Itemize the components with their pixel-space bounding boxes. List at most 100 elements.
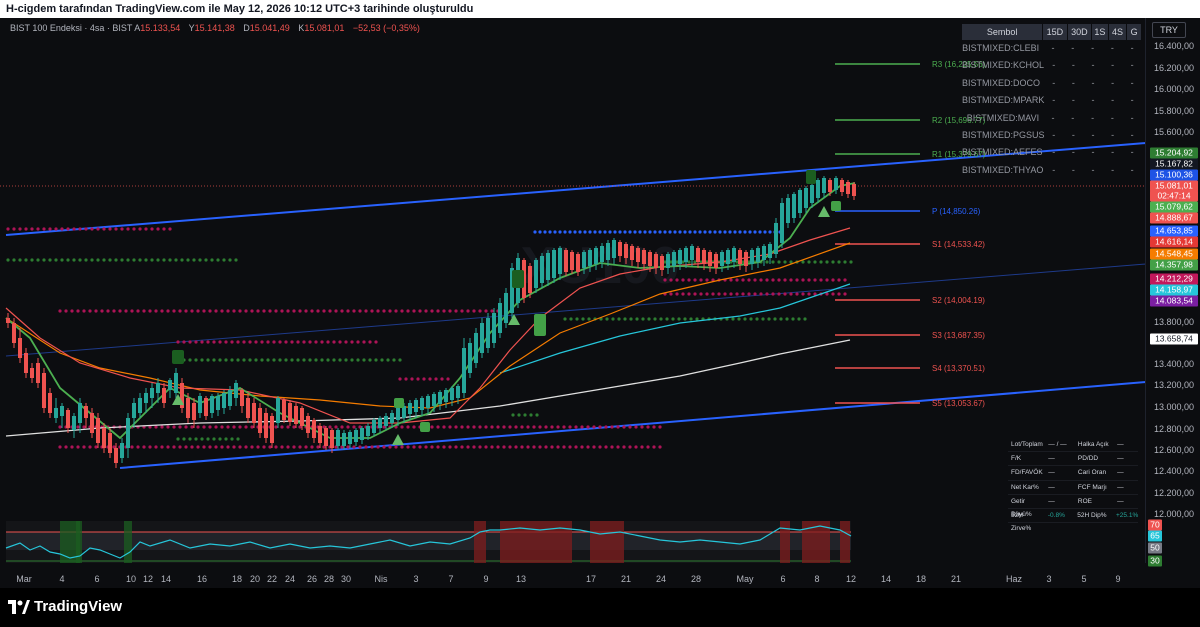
dotted-level bbox=[162, 258, 166, 262]
watchlist-cell: - bbox=[1071, 147, 1075, 158]
time-tick-label: 28 bbox=[690, 574, 702, 584]
price-scale[interactable]: TRY 16.400,00 16.200,00 16.000,00 15.800,00… bbox=[1145, 18, 1200, 567]
candle-body bbox=[294, 406, 298, 424]
candle-body bbox=[672, 252, 676, 266]
watchlist-symbol[interactable]: BISTMIXED:THYAO bbox=[962, 162, 1044, 179]
candle-body bbox=[486, 318, 490, 348]
dotted-level bbox=[526, 425, 530, 429]
watchlist-row[interactable]: BISTMIXED:THYAO - - - - - bbox=[962, 162, 1142, 179]
dotted-level bbox=[743, 230, 747, 234]
dotted-level bbox=[562, 445, 566, 449]
watchlist-cell: - bbox=[1111, 77, 1115, 88]
watchlist-row[interactable]: BISTMIXED:PGSUS - - - - - bbox=[962, 127, 1142, 144]
dotted-level bbox=[222, 258, 226, 262]
dotted-level bbox=[206, 437, 210, 441]
dotted-level bbox=[70, 309, 74, 313]
dotted-level bbox=[765, 292, 769, 296]
candle-body bbox=[654, 254, 658, 268]
dotted-level bbox=[412, 309, 416, 313]
signal-marker-box bbox=[512, 270, 524, 288]
dotted-level bbox=[532, 425, 536, 429]
candle-body bbox=[90, 413, 94, 433]
dotted-level bbox=[190, 425, 194, 429]
header-30d[interactable]: 30D bbox=[1068, 24, 1093, 40]
tradingview-logo[interactable]: TradingView bbox=[8, 598, 122, 615]
dotted-level bbox=[610, 425, 614, 429]
symbol-name[interactable]: BIST 100 Endeksi · 4sa · BIST bbox=[10, 23, 132, 33]
dotted-level bbox=[368, 340, 372, 344]
watchlist-cell: - bbox=[1130, 147, 1134, 158]
header-g[interactable]: G bbox=[1127, 24, 1142, 40]
dotted-level bbox=[428, 377, 432, 381]
dotted-level bbox=[490, 445, 494, 449]
candle-body bbox=[786, 198, 790, 223]
watchlist-symbol[interactable]: BISTMIXED:KCHOL bbox=[962, 57, 1044, 74]
header-symbol[interactable]: Sembol bbox=[962, 24, 1044, 40]
header-4s[interactable]: 4S bbox=[1109, 24, 1128, 40]
moving-average-teal bbox=[499, 283, 851, 374]
symbol-legend: BIST 100 Endeksi · 4sa · BIST A15.133,54… bbox=[10, 23, 426, 33]
price-badge: 15.100,36 bbox=[1150, 169, 1198, 181]
dotted-level bbox=[472, 309, 476, 313]
dotted-level bbox=[382, 309, 386, 313]
candle-body bbox=[432, 394, 436, 406]
chart-area[interactable]: XU100 R3 (16,225.56) R2 (15,696.77) R1 (15,… bbox=[0, 18, 1200, 588]
signal-triangle-up bbox=[392, 434, 404, 445]
fundamentals-cell: ROE bbox=[1077, 497, 1092, 505]
watchlist-table[interactable]: Sembol 15D 30D 1S 4S G BISTMIXED:CLEBI - -… bbox=[962, 24, 1142, 179]
watchlist-row[interactable]: BISTMIXED:AEFES - - - - - bbox=[962, 144, 1142, 161]
dotted-level bbox=[713, 230, 717, 234]
dotted-level bbox=[150, 258, 154, 262]
watchlist-symbol[interactable]: BISTMIXED:AEFES bbox=[962, 144, 1044, 161]
dotted-level bbox=[358, 445, 362, 449]
dotted-level bbox=[54, 227, 58, 231]
dotted-level bbox=[78, 258, 82, 262]
dotted-level bbox=[693, 278, 697, 282]
dotted-level bbox=[218, 358, 222, 362]
dotted-level bbox=[236, 358, 240, 362]
price-badge: 14.083,54 bbox=[1150, 295, 1198, 307]
dotted-level bbox=[755, 317, 759, 321]
dotted-level bbox=[200, 437, 204, 441]
price-badge: 14.548,45 bbox=[1150, 248, 1198, 260]
watchlist-symbol[interactable]: BISTMIXED:PGSUS bbox=[962, 127, 1045, 144]
candle-body bbox=[114, 448, 118, 463]
dotted-level bbox=[574, 445, 578, 449]
watchlist-symbol[interactable]: BISTMIXED:MPARK bbox=[962, 92, 1044, 109]
dotted-level bbox=[629, 317, 633, 321]
watchlist-row[interactable]: BISTMIXED:MPARK - - - - - bbox=[962, 92, 1142, 109]
dotted-level bbox=[640, 445, 644, 449]
header-1s[interactable]: 1S bbox=[1092, 24, 1109, 40]
dotted-level bbox=[130, 445, 134, 449]
dotted-level bbox=[204, 258, 208, 262]
dotted-level bbox=[741, 278, 745, 282]
dotted-level bbox=[412, 445, 416, 449]
pivot-level-label: S2 (14,004.19) bbox=[932, 296, 985, 305]
dotted-level bbox=[250, 309, 254, 313]
watchlist-row[interactable]: BISTMIXED:CLEBI - - - - - bbox=[962, 40, 1142, 57]
watchlist-row[interactable]: BISTMIXED:DOCO - - - - - bbox=[962, 75, 1142, 92]
dotted-level bbox=[88, 445, 92, 449]
watchlist-row[interactable]: BISTMIXED:MAVI - - - - - bbox=[962, 110, 1142, 127]
watchlist-symbol[interactable]: BISTMIXED:MAVI bbox=[962, 110, 1043, 127]
time-scale[interactable]: Mar 4 6 10 12 14 16 18 20 22 24 26 28 30 Nis 3 7 9 13 17 21 2… bbox=[0, 572, 1146, 588]
currency-selector[interactable]: TRY bbox=[1152, 22, 1186, 38]
dotted-level bbox=[232, 309, 236, 313]
dotted-level bbox=[352, 309, 356, 313]
watchlist-symbol[interactable]: BISTMIXED:DOCO bbox=[962, 75, 1044, 92]
watchlist-symbol[interactable]: BISTMIXED:CLEBI bbox=[962, 40, 1043, 57]
candle-body bbox=[456, 386, 460, 398]
dotted-level bbox=[100, 309, 104, 313]
watchlist-row[interactable]: BISTMIXED:KCHOL - - - - - bbox=[962, 57, 1142, 74]
dotted-level bbox=[647, 317, 651, 321]
dotted-level bbox=[228, 258, 232, 262]
dotted-level bbox=[753, 230, 757, 234]
dotted-level bbox=[562, 425, 566, 429]
dotted-level bbox=[771, 292, 775, 296]
dotted-level bbox=[36, 227, 40, 231]
price-tick-label: 13.400,00 bbox=[1153, 359, 1194, 369]
dotted-level bbox=[202, 445, 206, 449]
candle-body bbox=[54, 408, 58, 418]
watchlist-cell: - bbox=[1071, 77, 1075, 88]
header-15d[interactable]: 15D bbox=[1043, 24, 1068, 40]
